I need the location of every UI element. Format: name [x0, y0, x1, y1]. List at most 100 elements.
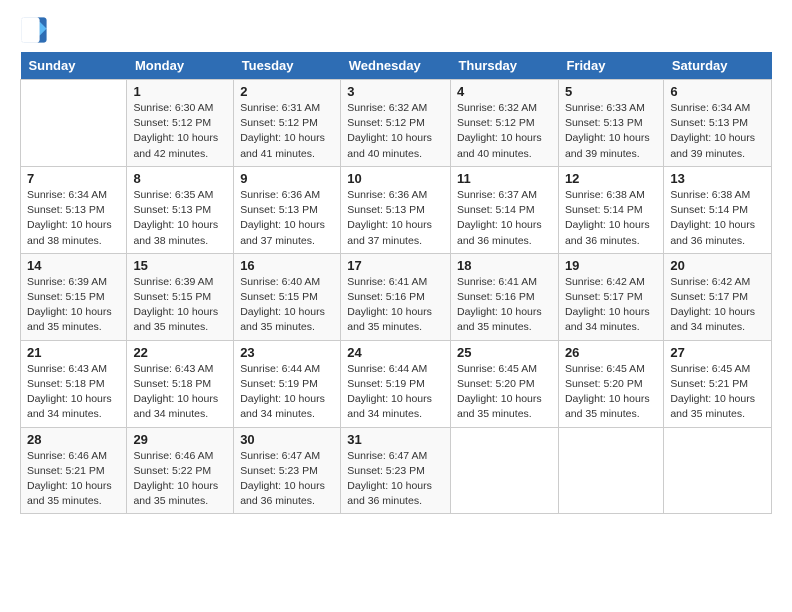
- calendar-cell: 3 Sunrise: 6:32 AMSunset: 5:12 PMDaylight…: [341, 80, 451, 167]
- calendar-cell: 21 Sunrise: 6:43 AMSunset: 5:18 PMDayligh…: [21, 340, 127, 427]
- day-number: 14: [27, 258, 120, 273]
- day-info: Sunrise: 6:43 AMSunset: 5:18 PMDaylight:…: [27, 362, 120, 423]
- day-number: 20: [670, 258, 765, 273]
- day-info: Sunrise: 6:45 AMSunset: 5:20 PMDaylight:…: [565, 362, 657, 423]
- day-number: 21: [27, 345, 120, 360]
- calendar-cell: 30 Sunrise: 6:47 AMSunset: 5:23 PMDayligh…: [234, 427, 341, 514]
- day-info: Sunrise: 6:39 AMSunset: 5:15 PMDaylight:…: [133, 275, 227, 336]
- day-header-friday: Friday: [558, 52, 663, 80]
- day-info: Sunrise: 6:41 AMSunset: 5:16 PMDaylight:…: [457, 275, 552, 336]
- day-number: 4: [457, 84, 552, 99]
- day-info: Sunrise: 6:47 AMSunset: 5:23 PMDaylight:…: [240, 449, 334, 510]
- calendar-cell: 9 Sunrise: 6:36 AMSunset: 5:13 PMDaylight…: [234, 166, 341, 253]
- day-number: 6: [670, 84, 765, 99]
- logo: [20, 16, 52, 44]
- day-info: Sunrise: 6:33 AMSunset: 5:13 PMDaylight:…: [565, 101, 657, 162]
- calendar-cell: 5 Sunrise: 6:33 AMSunset: 5:13 PMDaylight…: [558, 80, 663, 167]
- calendar-cell: 12Sunrise: 6:38 AMSunset: 5:14 PMDayligh…: [558, 166, 663, 253]
- day-info: Sunrise: 6:44 AMSunset: 5:19 PMDaylight:…: [347, 362, 444, 423]
- day-info: Sunrise: 6:42 AMSunset: 5:17 PMDaylight:…: [670, 275, 765, 336]
- day-info: Sunrise: 6:36 AMSunset: 5:13 PMDaylight:…: [240, 188, 334, 249]
- day-header-sunday: Sunday: [21, 52, 127, 80]
- calendar-cell: 24 Sunrise: 6:44 AMSunset: 5:19 PMDayligh…: [341, 340, 451, 427]
- calendar-cell: 25 Sunrise: 6:45 AMSunset: 5:20 PMDayligh…: [450, 340, 558, 427]
- day-number: 15: [133, 258, 227, 273]
- day-info: Sunrise: 6:30 AMSunset: 5:12 PMDaylight:…: [133, 101, 227, 162]
- calendar-cell: 27 Sunrise: 6:45 AMSunset: 5:21 PMDayligh…: [664, 340, 772, 427]
- day-info: Sunrise: 6:32 AMSunset: 5:12 PMDaylight:…: [457, 101, 552, 162]
- calendar-cell: 4 Sunrise: 6:32 AMSunset: 5:12 PMDaylight…: [450, 80, 558, 167]
- day-number: 5: [565, 84, 657, 99]
- calendar-cell: 31 Sunrise: 6:47 AMSunset: 5:23 PMDayligh…: [341, 427, 451, 514]
- calendar-cell: 7Sunrise: 6:34 AMSunset: 5:13 PMDaylight…: [21, 166, 127, 253]
- day-info: Sunrise: 6:39 AMSunset: 5:15 PMDaylight:…: [27, 275, 120, 336]
- day-info: Sunrise: 6:38 AMSunset: 5:14 PMDaylight:…: [670, 188, 765, 249]
- day-number: 28: [27, 432, 120, 447]
- day-number: 30: [240, 432, 334, 447]
- day-header-wednesday: Wednesday: [341, 52, 451, 80]
- day-number: 17: [347, 258, 444, 273]
- day-header-monday: Monday: [127, 52, 234, 80]
- calendar-cell: 8 Sunrise: 6:35 AMSunset: 5:13 PMDaylight…: [127, 166, 234, 253]
- day-number: 16: [240, 258, 334, 273]
- calendar-cell: 16 Sunrise: 6:40 AMSunset: 5:15 PMDayligh…: [234, 253, 341, 340]
- day-header-tuesday: Tuesday: [234, 52, 341, 80]
- day-number: 1: [133, 84, 227, 99]
- day-info: Sunrise: 6:45 AMSunset: 5:20 PMDaylight:…: [457, 362, 552, 423]
- day-info: Sunrise: 6:45 AMSunset: 5:21 PMDaylight:…: [670, 362, 765, 423]
- day-info: Sunrise: 6:31 AMSunset: 5:12 PMDaylight:…: [240, 101, 334, 162]
- day-number: 13: [670, 171, 765, 186]
- calendar-cell: 6 Sunrise: 6:34 AMSunset: 5:13 PMDaylight…: [664, 80, 772, 167]
- calendar-cell: [558, 427, 663, 514]
- day-number: 27: [670, 345, 765, 360]
- calendar-cell: 18 Sunrise: 6:41 AMSunset: 5:16 PMDayligh…: [450, 253, 558, 340]
- day-number: 23: [240, 345, 334, 360]
- day-info: Sunrise: 6:40 AMSunset: 5:15 PMDaylight:…: [240, 275, 334, 336]
- day-info: Sunrise: 6:41 AMSunset: 5:16 PMDaylight:…: [347, 275, 444, 336]
- day-info: Sunrise: 6:37 AMSunset: 5:14 PMDaylight:…: [457, 188, 552, 249]
- day-info: Sunrise: 6:46 AMSunset: 5:21 PMDaylight:…: [27, 449, 120, 510]
- day-info: Sunrise: 6:46 AMSunset: 5:22 PMDaylight:…: [133, 449, 227, 510]
- day-info: Sunrise: 6:34 AMSunset: 5:13 PMDaylight:…: [670, 101, 765, 162]
- day-number: 25: [457, 345, 552, 360]
- day-number: 26: [565, 345, 657, 360]
- day-info: Sunrise: 6:47 AMSunset: 5:23 PMDaylight:…: [347, 449, 444, 510]
- calendar-cell: 26 Sunrise: 6:45 AMSunset: 5:20 PMDayligh…: [558, 340, 663, 427]
- day-info: Sunrise: 6:35 AMSunset: 5:13 PMDaylight:…: [133, 188, 227, 249]
- calendar-cell: [664, 427, 772, 514]
- day-info: Sunrise: 6:32 AMSunset: 5:12 PMDaylight:…: [347, 101, 444, 162]
- calendar-cell: 17 Sunrise: 6:41 AMSunset: 5:16 PMDayligh…: [341, 253, 451, 340]
- calendar-cell: 22 Sunrise: 6:43 AMSunset: 5:18 PMDayligh…: [127, 340, 234, 427]
- day-number: 19: [565, 258, 657, 273]
- day-number: 2: [240, 84, 334, 99]
- day-number: 12: [565, 171, 657, 186]
- calendar-cell: 28 Sunrise: 6:46 AMSunset: 5:21 PMDayligh…: [21, 427, 127, 514]
- calendar-cell: 14 Sunrise: 6:39 AMSunset: 5:15 PMDayligh…: [21, 253, 127, 340]
- day-number: 9: [240, 171, 334, 186]
- calendar-cell: [450, 427, 558, 514]
- day-number: 22: [133, 345, 227, 360]
- day-number: 7: [27, 171, 120, 186]
- calendar-cell: 20 Sunrise: 6:42 AMSunset: 5:17 PMDayligh…: [664, 253, 772, 340]
- calendar-cell: 19 Sunrise: 6:42 AMSunset: 5:17 PMDayligh…: [558, 253, 663, 340]
- day-number: 24: [347, 345, 444, 360]
- calendar-cell: 11 Sunrise: 6:37 AMSunset: 5:14 PMDayligh…: [450, 166, 558, 253]
- calendar-cell: 29 Sunrise: 6:46 AMSunset: 5:22 PMDayligh…: [127, 427, 234, 514]
- calendar-cell: 15 Sunrise: 6:39 AMSunset: 5:15 PMDayligh…: [127, 253, 234, 340]
- day-number: 10: [347, 171, 444, 186]
- day-info: Sunrise: 6:42 AMSunset: 5:17 PMDaylight:…: [565, 275, 657, 336]
- day-number: 29: [133, 432, 227, 447]
- calendar-cell: 10Sunrise: 6:36 AMSunset: 5:13 PMDayligh…: [341, 166, 451, 253]
- calendar-cell: 1 Sunrise: 6:30 AMSunset: 5:12 PMDaylight…: [127, 80, 234, 167]
- day-number: 18: [457, 258, 552, 273]
- calendar-cell: 23 Sunrise: 6:44 AMSunset: 5:19 PMDayligh…: [234, 340, 341, 427]
- day-number: 3: [347, 84, 444, 99]
- day-header-thursday: Thursday: [450, 52, 558, 80]
- day-number: 11: [457, 171, 552, 186]
- calendar-cell: 2 Sunrise: 6:31 AMSunset: 5:12 PMDaylight…: [234, 80, 341, 167]
- day-info: Sunrise: 6:43 AMSunset: 5:18 PMDaylight:…: [133, 362, 227, 423]
- day-number: 31: [347, 432, 444, 447]
- day-number: 8: [133, 171, 227, 186]
- day-header-saturday: Saturday: [664, 52, 772, 80]
- day-info: Sunrise: 6:44 AMSunset: 5:19 PMDaylight:…: [240, 362, 334, 423]
